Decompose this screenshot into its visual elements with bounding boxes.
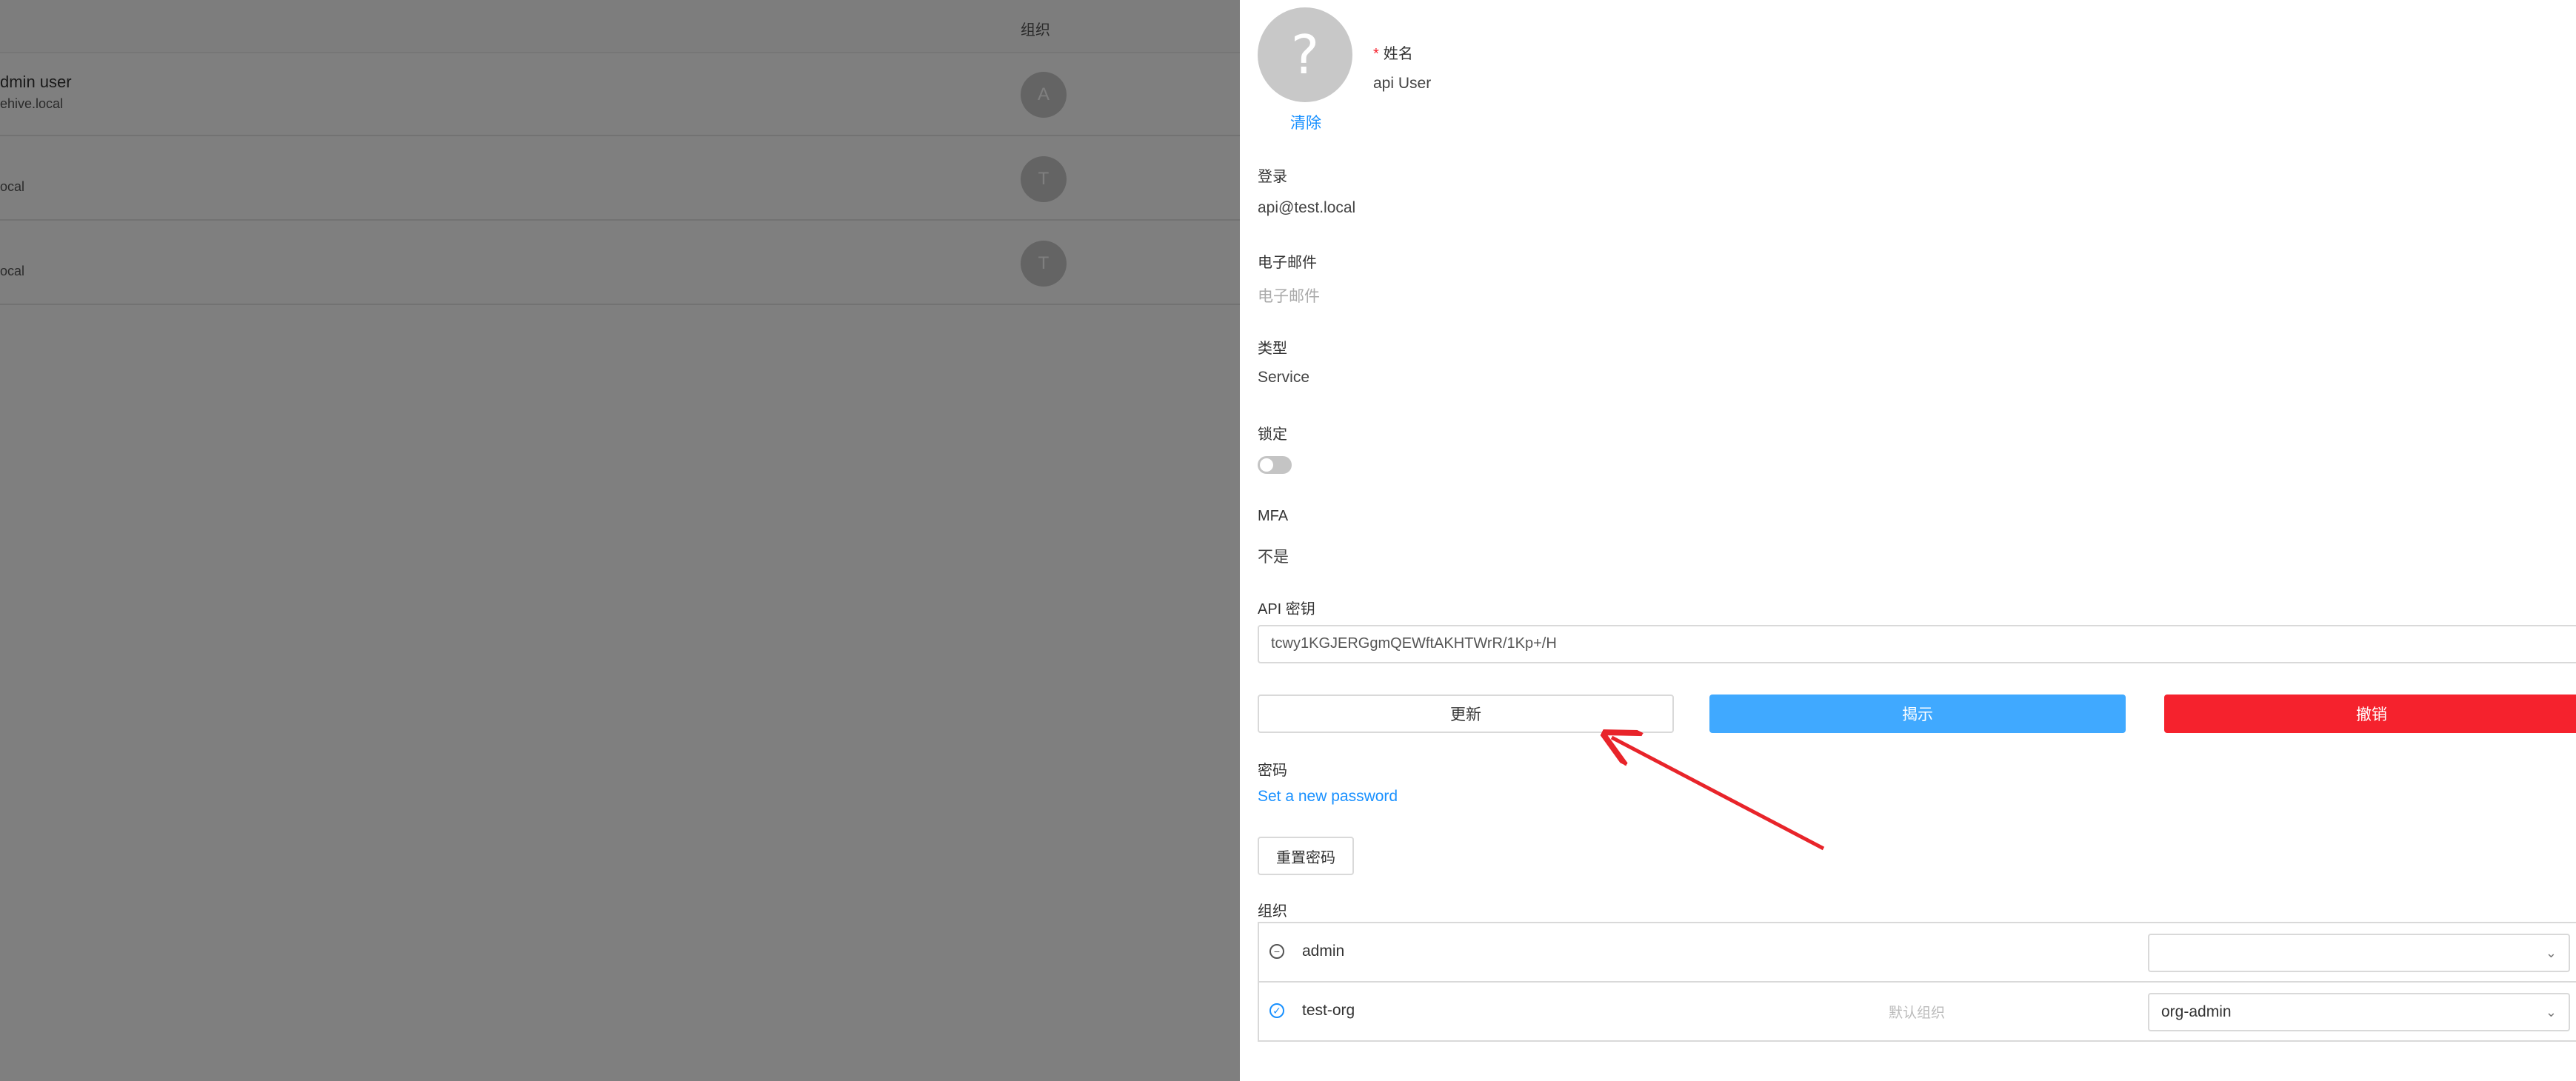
login-label: 登录	[1258, 169, 1287, 185]
mfa-value: 不是	[1258, 549, 1289, 566]
name-label: * 姓名	[1373, 41, 1413, 63]
org-row: − admin ⌄	[1259, 923, 2576, 983]
locked-label: 锁定	[1258, 426, 1287, 443]
chevron-down-icon: ⌄	[2545, 946, 2557, 960]
password-label: 密码	[1258, 763, 1287, 779]
set-password-link[interactable]: Set a new password	[1258, 788, 1398, 806]
renew-api-key-button[interactable]: 更新	[1258, 695, 1674, 733]
user-edit-drawer: ? 清除 * 姓名 api User 登录 api@test.local 电子邮件…	[1240, 0, 2576, 1081]
org-profile-value: org-admin	[2161, 1003, 2232, 1020]
api-key-field[interactable]: tcwy1KGJERGgmQEWftAKHTWrR/1Kp+/H	[1258, 625, 2576, 663]
org-row: ✓ test-org 默认组织 org-admin ⌄	[1259, 983, 2576, 1042]
org-name: admin	[1302, 943, 1345, 960]
minus-circle-icon[interactable]: −	[1269, 944, 1284, 959]
type-label: 类型	[1258, 341, 1287, 357]
email-field[interactable]: 电子邮件	[1258, 284, 1320, 307]
reset-password-button[interactable]: 重置密码	[1258, 837, 1354, 875]
org-name: test-org	[1302, 1002, 1355, 1019]
avatar[interactable]: ?	[1258, 7, 1352, 102]
email-label: 电子邮件	[1258, 255, 1317, 271]
login-value: api@test.local	[1258, 199, 1356, 216]
revoke-api-key-button[interactable]: 撤销	[2164, 695, 2576, 733]
org-profile-select[interactable]: ⌄	[2148, 934, 2570, 972]
mfa-label: MFA	[1258, 508, 1289, 524]
chevron-down-icon: ⌄	[2545, 1005, 2557, 1020]
modal-overlay[interactable]	[0, 0, 1240, 1081]
orgs-label: 组织	[1258, 903, 1287, 920]
org-profile-select[interactable]: org-admin ⌄	[2148, 993, 2570, 1031]
name-value[interactable]: api User	[1373, 75, 1431, 93]
required-mark: *	[1373, 46, 1379, 62]
org-table: − admin ⌄ ✓ test-org 默认组织 org-admin ⌄	[1258, 922, 2576, 1042]
reveal-api-key-button[interactable]: 揭示	[1709, 695, 2126, 733]
api-key-label: API 密钥	[1258, 601, 1315, 618]
locked-toggle[interactable]	[1258, 456, 1292, 474]
default-org-label: 默认组织	[1889, 1005, 1946, 1021]
check-circle-icon[interactable]: ✓	[1269, 1003, 1284, 1018]
name-label-text: 姓名	[1383, 46, 1413, 62]
clear-avatar-link[interactable]: 清除	[1290, 111, 1321, 133]
type-value: Service	[1258, 369, 1310, 386]
